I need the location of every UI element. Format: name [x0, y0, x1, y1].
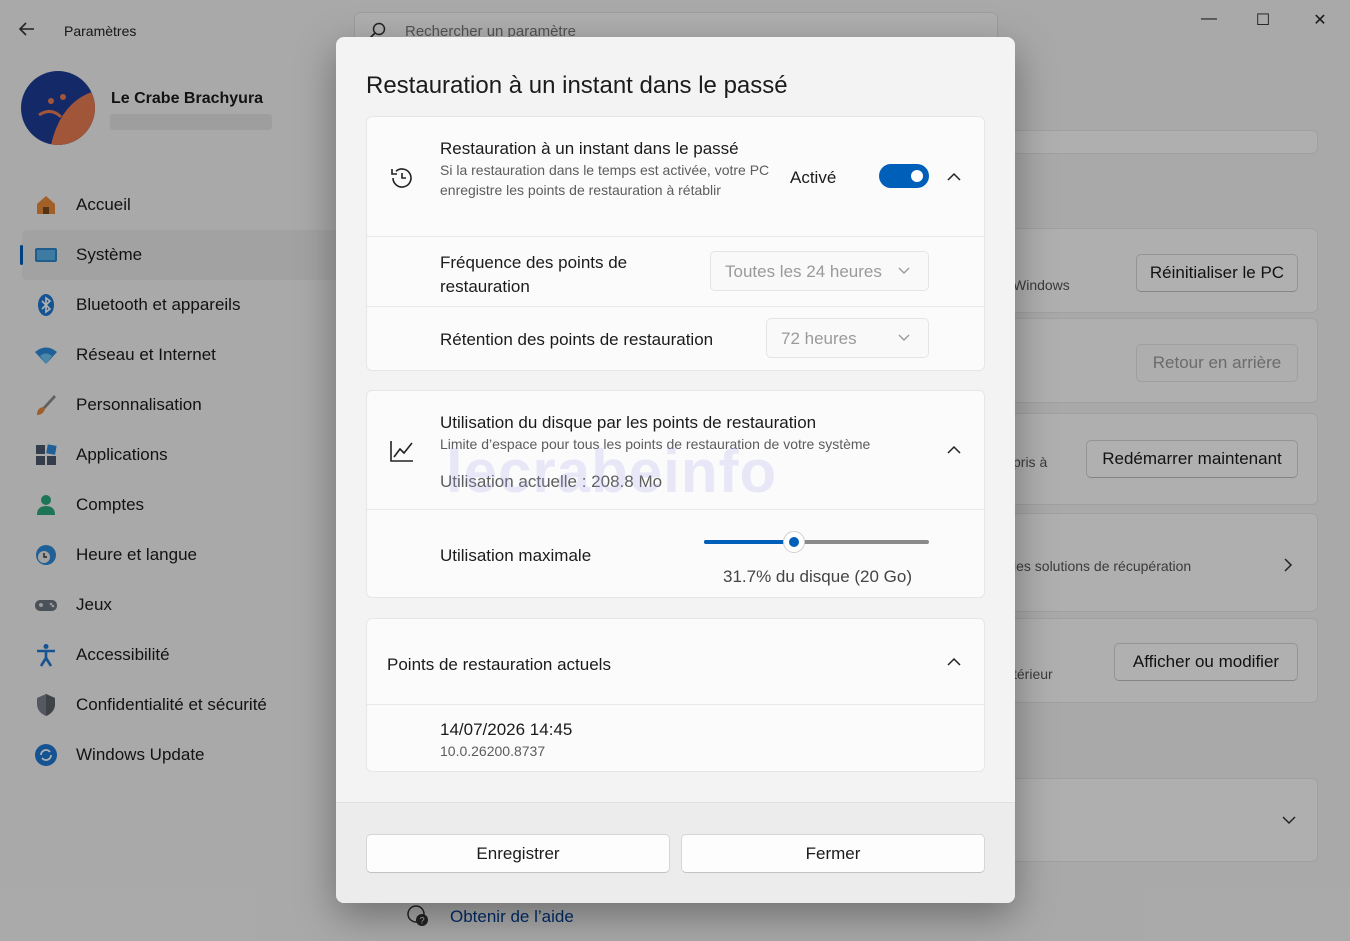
- save-button[interactable]: Enregistrer: [366, 834, 670, 873]
- divider: [367, 509, 984, 510]
- dialog-title: Restauration à un instant dans le passé: [366, 72, 788, 99]
- restore-title: Restauration à un instant dans le passé: [440, 139, 739, 158]
- chevron-down-icon: [898, 334, 910, 341]
- slider-thumb[interactable]: [783, 531, 805, 553]
- max-usage-slider[interactable]: [704, 531, 929, 553]
- restore-points-title: Points de restauration actuels: [387, 655, 611, 674]
- chevron-up-icon[interactable]: [945, 171, 963, 183]
- restore-point-date: 14/07/2026 14:45: [440, 720, 573, 739]
- divider: [367, 306, 984, 307]
- restore-dialog: Restauration à un instant dans le passé …: [336, 37, 1015, 903]
- retention-value: 72 heures: [781, 329, 857, 348]
- restore-status: Activé: [790, 168, 837, 187]
- frequency-dropdown[interactable]: Toutes les 24 heures: [710, 251, 929, 291]
- close-button[interactable]: Fermer: [681, 834, 985, 873]
- chevron-up-icon[interactable]: [945, 444, 963, 456]
- restore-points-panel: Points de restauration actuels 14/07/202…: [366, 618, 985, 772]
- chevron-down-icon: [898, 267, 910, 274]
- disk-usage-title: Utilisation du disque par les points de …: [440, 413, 817, 432]
- watermark-logo: lecrabeinfo: [446, 438, 778, 505]
- slider-fill: [704, 540, 794, 544]
- restore-toggle[interactable]: [879, 164, 929, 188]
- chart-line-icon: [390, 441, 413, 462]
- max-usage-label: Utilisation maximale: [440, 546, 592, 565]
- frequency-label: Fréquence des points de restauration: [440, 253, 628, 296]
- frequency-value: Toutes les 24 heures: [725, 262, 882, 281]
- divider: [367, 704, 984, 705]
- retention-label: Rétention des points de restauration: [440, 330, 714, 349]
- dialog-footer: Enregistrer Fermer: [336, 802, 1015, 903]
- restore-point-version: 10.0.26200.8737: [440, 743, 546, 759]
- toggle-knob: [911, 170, 923, 182]
- retention-dropdown[interactable]: 72 heures: [766, 318, 929, 358]
- divider: [367, 236, 984, 237]
- chevron-up-icon[interactable]: [945, 656, 963, 668]
- history-icon: [391, 168, 412, 188]
- restore-description: Si la restauration dans le temps est act…: [440, 162, 770, 198]
- max-usage-value: 31.7% du disque (20 Go): [723, 567, 913, 586]
- restore-settings-panel: Restauration à un instant dans le passé …: [366, 116, 985, 371]
